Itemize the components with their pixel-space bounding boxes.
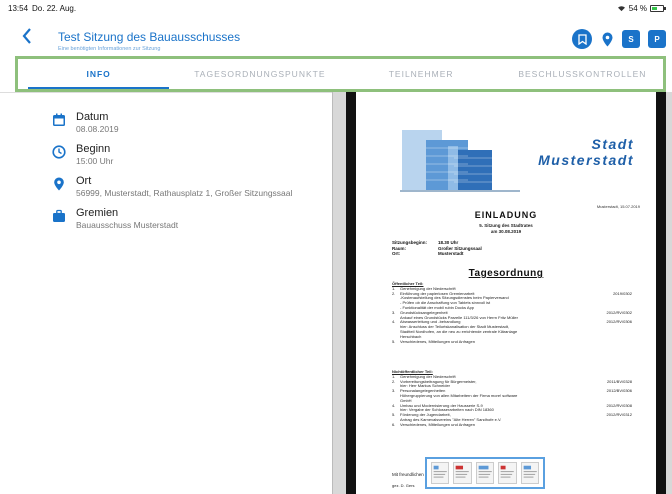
thumbnail-preview bbox=[523, 465, 537, 478]
status-bar: 13:54 Do. 22. Aug. 54 % bbox=[0, 0, 672, 16]
info-row-committee: Gremien Bauausschuss Musterstadt bbox=[52, 207, 178, 231]
agenda-number: 5. bbox=[392, 338, 396, 344]
wifi-icon bbox=[617, 5, 625, 11]
start-label: Beginn bbox=[76, 143, 111, 155]
status-time: 13:54 bbox=[8, 3, 29, 13]
doc-session: 5. Sitzung des Stadtrates am 30.08.2019 bbox=[356, 223, 656, 234]
agenda-title: Tagesordnung bbox=[468, 268, 544, 279]
agenda-reference bbox=[594, 340, 632, 345]
city-logo bbox=[400, 130, 520, 192]
back-button[interactable] bbox=[22, 28, 36, 44]
date-label: Datum bbox=[76, 111, 109, 123]
agenda-item: 5. Verschiedenes, Mitteilungen und Anfrag… bbox=[392, 338, 632, 345]
p-icon: P bbox=[654, 34, 660, 44]
tab-tagesordnungspunkte[interactable]: TAGESORDNUNGSPUNKTE bbox=[179, 59, 340, 89]
private-agenda: Nichtöffentlicher Teil: 1. Genehmigung de… bbox=[392, 369, 632, 428]
tab-teilnehmer[interactable]: TEILNEHMER bbox=[341, 59, 502, 89]
start-value: 15:00 Uhr bbox=[76, 156, 114, 166]
page-thumbnail[interactable] bbox=[453, 462, 472, 484]
committee-value: Bauausschuss Musterstadt bbox=[76, 220, 179, 230]
page-thumbnail[interactable] bbox=[498, 462, 517, 484]
page-thumbnail[interactable] bbox=[431, 462, 450, 484]
calendar-icon bbox=[53, 113, 65, 126]
briefcase-icon bbox=[53, 209, 65, 222]
doc-meta: Sitzungsbeginn: 18.30 Uhr Raum: Großer Sit… bbox=[392, 240, 482, 257]
bookmark-button[interactable] bbox=[572, 29, 592, 49]
doc-heading: EINLADUNG bbox=[474, 210, 538, 220]
map-pin-icon bbox=[54, 177, 64, 191]
tab-beschlusskontrollen[interactable]: BESCHLUSSKONTROLLEN bbox=[502, 59, 663, 89]
tab-bar: INFO TAGESORDNUNGSPUNKTE TEILNEHMER BESC… bbox=[15, 56, 666, 92]
agenda-text: Verschiedenes, Mitteilungen und Anfragen bbox=[400, 338, 475, 344]
page-title: Test Sitzung des Bauausschusses bbox=[58, 30, 241, 44]
info-row-start: Beginn 15:00 Uhr bbox=[52, 143, 113, 167]
battery-icon bbox=[650, 4, 666, 12]
battery-status: 54 % bbox=[617, 3, 666, 13]
meta-value: Musterstadt bbox=[438, 251, 464, 256]
document-page[interactable]: Stadt Musterstadt Musterstadt, 15.07.201… bbox=[346, 92, 666, 494]
map-pin-icon bbox=[602, 32, 612, 46]
city-line-1: Stadt bbox=[591, 136, 634, 152]
location-button[interactable] bbox=[600, 30, 614, 48]
tab-info[interactable]: INFO bbox=[18, 59, 179, 89]
agenda-reference bbox=[594, 423, 632, 428]
date-value: 08.08.2019 bbox=[76, 124, 119, 134]
page-thumbnail[interactable] bbox=[520, 462, 540, 484]
s-icon: S bbox=[628, 34, 634, 44]
clock-icon bbox=[52, 145, 66, 159]
chevron-left-icon bbox=[22, 28, 31, 44]
battery-percent: 54 % bbox=[628, 3, 647, 13]
app-window: 13:54 Do. 22. Aug. 54 % Test Sitzung des… bbox=[0, 0, 672, 494]
thumbnail-preview bbox=[456, 465, 470, 478]
meta-value: Großer Sitzungssaal bbox=[438, 245, 482, 251]
doc-signature: gez. D. Gers bbox=[392, 483, 415, 488]
agenda-item: 6. Verschiedenes, Mitteilungen und Anfrag… bbox=[392, 421, 632, 428]
location-label: Ort bbox=[76, 175, 92, 187]
page-subtitle: Eine benötigten Informationen zur Sitzun… bbox=[58, 46, 161, 52]
document-viewer[interactable]: Stadt Musterstadt Musterstadt, 15.07.201… bbox=[332, 92, 672, 494]
agenda-number: 6. bbox=[392, 421, 396, 427]
s-button[interactable]: S bbox=[622, 30, 640, 48]
doc-session-line-2: am 30.08.2019 bbox=[490, 228, 522, 234]
info-panel: Datum 08.08.2019 Beginn 15:00 Uhr Ort 56… bbox=[0, 92, 332, 494]
thumbnail-preview bbox=[500, 465, 514, 478]
status-date: Do. 22. Aug. bbox=[32, 3, 77, 13]
meta-value: 18.30 Uhr bbox=[438, 240, 459, 245]
doc-date: Musterstadt, 15.07.2019 bbox=[596, 204, 640, 209]
thumbnail-preview bbox=[433, 465, 447, 478]
agenda-text: Verschiedenes, Mitteilungen und Anfragen bbox=[400, 421, 475, 427]
committee-label: Gremien bbox=[76, 207, 119, 219]
city-line-2: Musterstadt bbox=[538, 152, 634, 168]
nav-bar: Test Sitzung des Bauausschusses Eine ben… bbox=[0, 16, 672, 56]
info-row-location: Ort 56999, Musterstadt, Rathausplatz 1, … bbox=[52, 175, 292, 199]
location-value: 56999, Musterstadt, Rathausplatz 1, Groß… bbox=[76, 188, 293, 198]
meta-key: Ort: bbox=[392, 251, 401, 256]
info-row-date: Datum 08.08.2019 bbox=[52, 111, 119, 135]
p-button[interactable]: P bbox=[648, 30, 666, 48]
bookmark-icon bbox=[577, 33, 587, 45]
public-agenda: Öffentlicher Teil: 1. Genehmigung der Nie… bbox=[392, 281, 632, 345]
page-thumbnail[interactable] bbox=[475, 462, 495, 484]
thumbnail-preview bbox=[478, 465, 492, 478]
page-thumbnail-strip[interactable] bbox=[425, 457, 545, 489]
city-name: Stadt Musterstadt bbox=[538, 136, 634, 168]
